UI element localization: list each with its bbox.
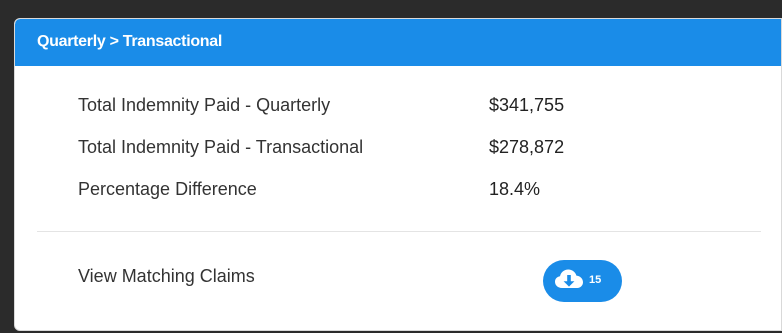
card-title: Quarterly > Transactional — [37, 33, 223, 50]
summary-value: $341,755 — [489, 95, 565, 115]
comparison-card: Quarterly > Transactional Total Indemnit… — [14, 18, 782, 331]
summary-row-transactional: Total Indemnity Paid - Transactional $27… — [78, 137, 638, 163]
summary-row-quarterly: Total Indemnity Paid - Quarterly $341,75… — [78, 95, 638, 121]
summary-label: Total Indemnity Paid - Quarterly — [78, 95, 331, 115]
section-divider — [37, 231, 761, 232]
download-claims-button[interactable]: 15 — [543, 260, 622, 302]
card-header: Quarterly > Transactional — [15, 19, 781, 66]
summary-value: $278,872 — [489, 137, 565, 157]
summary-value: 18.4% — [489, 179, 541, 199]
summary-label: Percentage Difference — [78, 179, 257, 199]
cloud-download-icon — [555, 269, 583, 288]
summary-row-percentage: Percentage Difference 18.4% — [78, 179, 638, 205]
view-matching-claims-label: View Matching Claims — [78, 266, 255, 286]
claims-count: 15 — [589, 274, 602, 286]
summary-label: Total Indemnity Paid - Transactional — [78, 137, 364, 157]
